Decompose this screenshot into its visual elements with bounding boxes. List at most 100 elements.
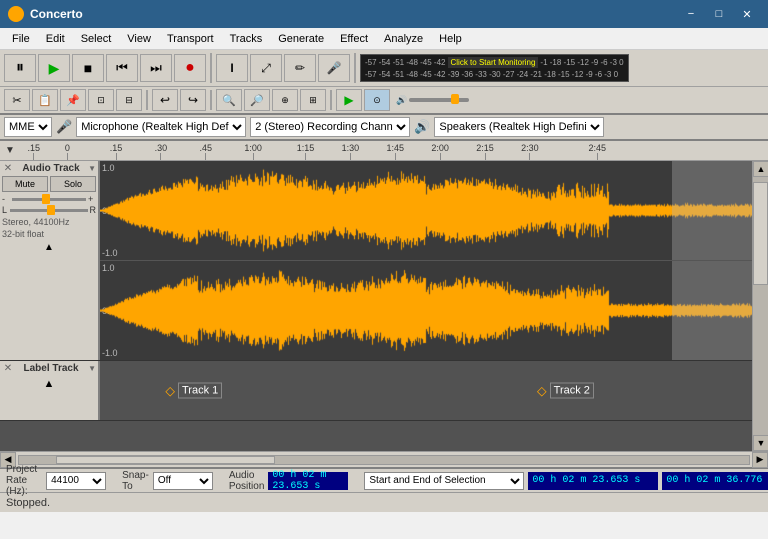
undo-tool[interactable]: ↩ [152,89,178,111]
api-select[interactable]: MME [4,117,52,137]
lr-left: L [2,205,10,215]
selection-type-select[interactable]: Start and End of Selection [364,472,524,490]
menu-view[interactable]: View [119,28,159,50]
audio-position-value[interactable]: 00 h 02 m 23.653 s [268,472,348,490]
vscroll-down[interactable]: ▼ [753,435,768,451]
vu-meter[interactable]: -57 -54 -51 -48 -45 -42 Click to Start M… [360,54,629,82]
label-tag-2: ⬦ Track 2 [537,382,594,399]
label-track: ✕ Label Track ▼ ▲ ⬦ Track 1 ⬦ Track 2 [0,361,752,421]
hscroll-thumb[interactable] [56,456,275,464]
maximize-button[interactable]: □ [706,4,732,24]
app-icon [8,6,24,22]
audio-track-collapse[interactable]: ▼ [88,164,96,173]
menu-tracks[interactable]: Tracks [222,28,271,50]
redo-tool[interactable]: ↪ [180,89,206,111]
lr-right: R [88,205,96,215]
pause-button[interactable]: ⏸ [4,54,36,82]
timeline-ruler: ▼ .150.15.30.451:001:151:301:452:002:152… [0,141,768,161]
paste-tool[interactable]: 📌 [60,89,86,111]
waveform-container[interactable]: 1.0 0.0 -1.0 1.0 0.0 -1.0 [100,161,752,360]
output-device-select[interactable]: Speakers (Realtek High Definiti [434,117,604,137]
trim-tool[interactable]: ⊡ [88,89,114,111]
menu-select[interactable]: Select [73,28,120,50]
solo-button[interactable]: Solo [50,176,96,192]
copy-tool[interactable]: 📋 [32,89,58,111]
selection-tool[interactable]: ⤢ [250,54,282,82]
next-button[interactable]: ⏭ [140,54,172,82]
separator2 [354,53,356,83]
audio-position-section: Audio Position 00 h 02 m 23.653 s [229,470,349,492]
hscroll-right[interactable]: ▶ [752,452,768,468]
cut-tool[interactable]: ✂ [4,89,30,111]
window-controls: − □ ✕ [678,4,760,24]
cursor-tool[interactable]: I [216,54,248,82]
audio-track-close[interactable]: ✕ [2,163,14,174]
label-track-content[interactable]: ⬦ Track 1 ⬦ Track 2 [100,361,752,420]
minimize-button[interactable]: − [678,4,704,24]
label-text-2[interactable]: Track 2 [550,383,594,399]
label-track-header: ✕ Label Track ▼ ▲ [0,361,100,420]
record-button[interactable]: ● [174,54,206,82]
draw-tool[interactable]: ✏ [284,54,316,82]
menu-effect[interactable]: Effect [332,28,376,50]
prev-button[interactable]: ⏮ [106,54,138,82]
gain-slider[interactable] [12,198,86,201]
input-device-select[interactable]: Microphone (Realtek High Defini [76,117,246,137]
snap-to-label: Snap-To [122,470,149,492]
transport-toolbar: ⏸ ▶ ■ ⏮ ⏭ ● I ⤢ ✏ 🎤 -57 -54 -51 -48 -45 … [0,50,768,87]
vscroll-up[interactable]: ▲ [753,161,768,177]
playback-slider[interactable] [409,98,469,102]
zoom-fit-tool[interactable]: ⊞ [300,89,326,111]
separator3 [146,90,148,110]
menu-bar: File Edit Select View Transport Tracks G… [0,28,768,50]
waveform-channel-2: 1.0 0.0 -1.0 [100,261,752,360]
label-text-1[interactable]: Track 1 [178,383,222,399]
zoom-sel-tool[interactable]: ⊕ [272,89,298,111]
label-track-collapse[interactable]: ▼ [88,364,96,373]
hscroll-track[interactable] [18,455,750,465]
zoom-out-tool[interactable]: 🔎 [244,89,270,111]
menu-generate[interactable]: Generate [270,28,332,50]
ruler-marks[interactable]: .150.15.30.451:001:151:301:452:002:152:3… [20,141,768,160]
menu-help[interactable]: Help [431,28,470,50]
mic-tool[interactable]: 🎤 [318,54,350,82]
stop-button[interactable]: ■ [72,54,104,82]
label-track-close[interactable]: ✕ [2,363,14,374]
input-device-icon: 🎤 [56,119,72,135]
menu-edit[interactable]: Edit [38,28,73,50]
audio-track-expand[interactable]: ▲ [2,242,96,253]
selection-end-value[interactable]: 00 h 02 m 36.776 s [662,472,768,490]
waveform-channel-1: 1.0 0.0 -1.0 [100,161,752,261]
separator1 [210,53,212,83]
selection-start-value[interactable]: 00 h 02 m 23.653 s [528,472,658,490]
menu-analyze[interactable]: Analyze [376,28,431,50]
tracks-inner: ✕ Audio Track ▼ Mute Solo - + L [0,161,752,451]
channels-select[interactable]: 2 (Stereo) Recording Channels [250,117,410,137]
main-area: ✕ Audio Track ▼ Mute Solo - + L [0,161,768,451]
silence-tool[interactable]: ⊟ [116,89,142,111]
menu-file[interactable]: File [4,28,38,50]
vscroll-track[interactable] [753,177,768,435]
play-end-tool[interactable]: ⊙ [364,89,390,111]
play-cut-tool[interactable]: ▶ [336,89,362,111]
project-rate-select[interactable]: 44100 [46,472,106,490]
vu-monitor-btn[interactable]: Click to Start Monitoring [448,57,539,68]
status-bar: Project Rate (Hz): 44100 Snap-To Off Aud… [0,467,768,492]
vu-scale-bottom: -57 -54 -51 -48 -45 -42 -39 -36 -33 -30 … [363,70,620,79]
label-pin-1: ⬦ [165,382,175,399]
window-title: Concerto [30,7,678,21]
vertical-scrollbar[interactable]: ▲ ▼ [752,161,768,451]
vscroll-thumb[interactable] [753,182,768,285]
play-button[interactable]: ▶ [38,54,70,82]
zoom-in-tool[interactable]: 🔍 [216,89,242,111]
gain-minus: - [2,194,10,204]
mute-button[interactable]: Mute [2,176,48,192]
empty-track-area [0,421,752,451]
close-button[interactable]: ✕ [734,4,760,24]
label-track-expand[interactable]: ▲ [2,378,96,390]
menu-transport[interactable]: Transport [159,28,222,50]
stopped-bar: Stopped. [0,492,768,512]
snap-to-select[interactable]: Off [153,472,213,490]
horizontal-scrollbar[interactable]: ◀ ▶ [0,451,768,467]
pan-slider[interactable] [10,209,88,212]
